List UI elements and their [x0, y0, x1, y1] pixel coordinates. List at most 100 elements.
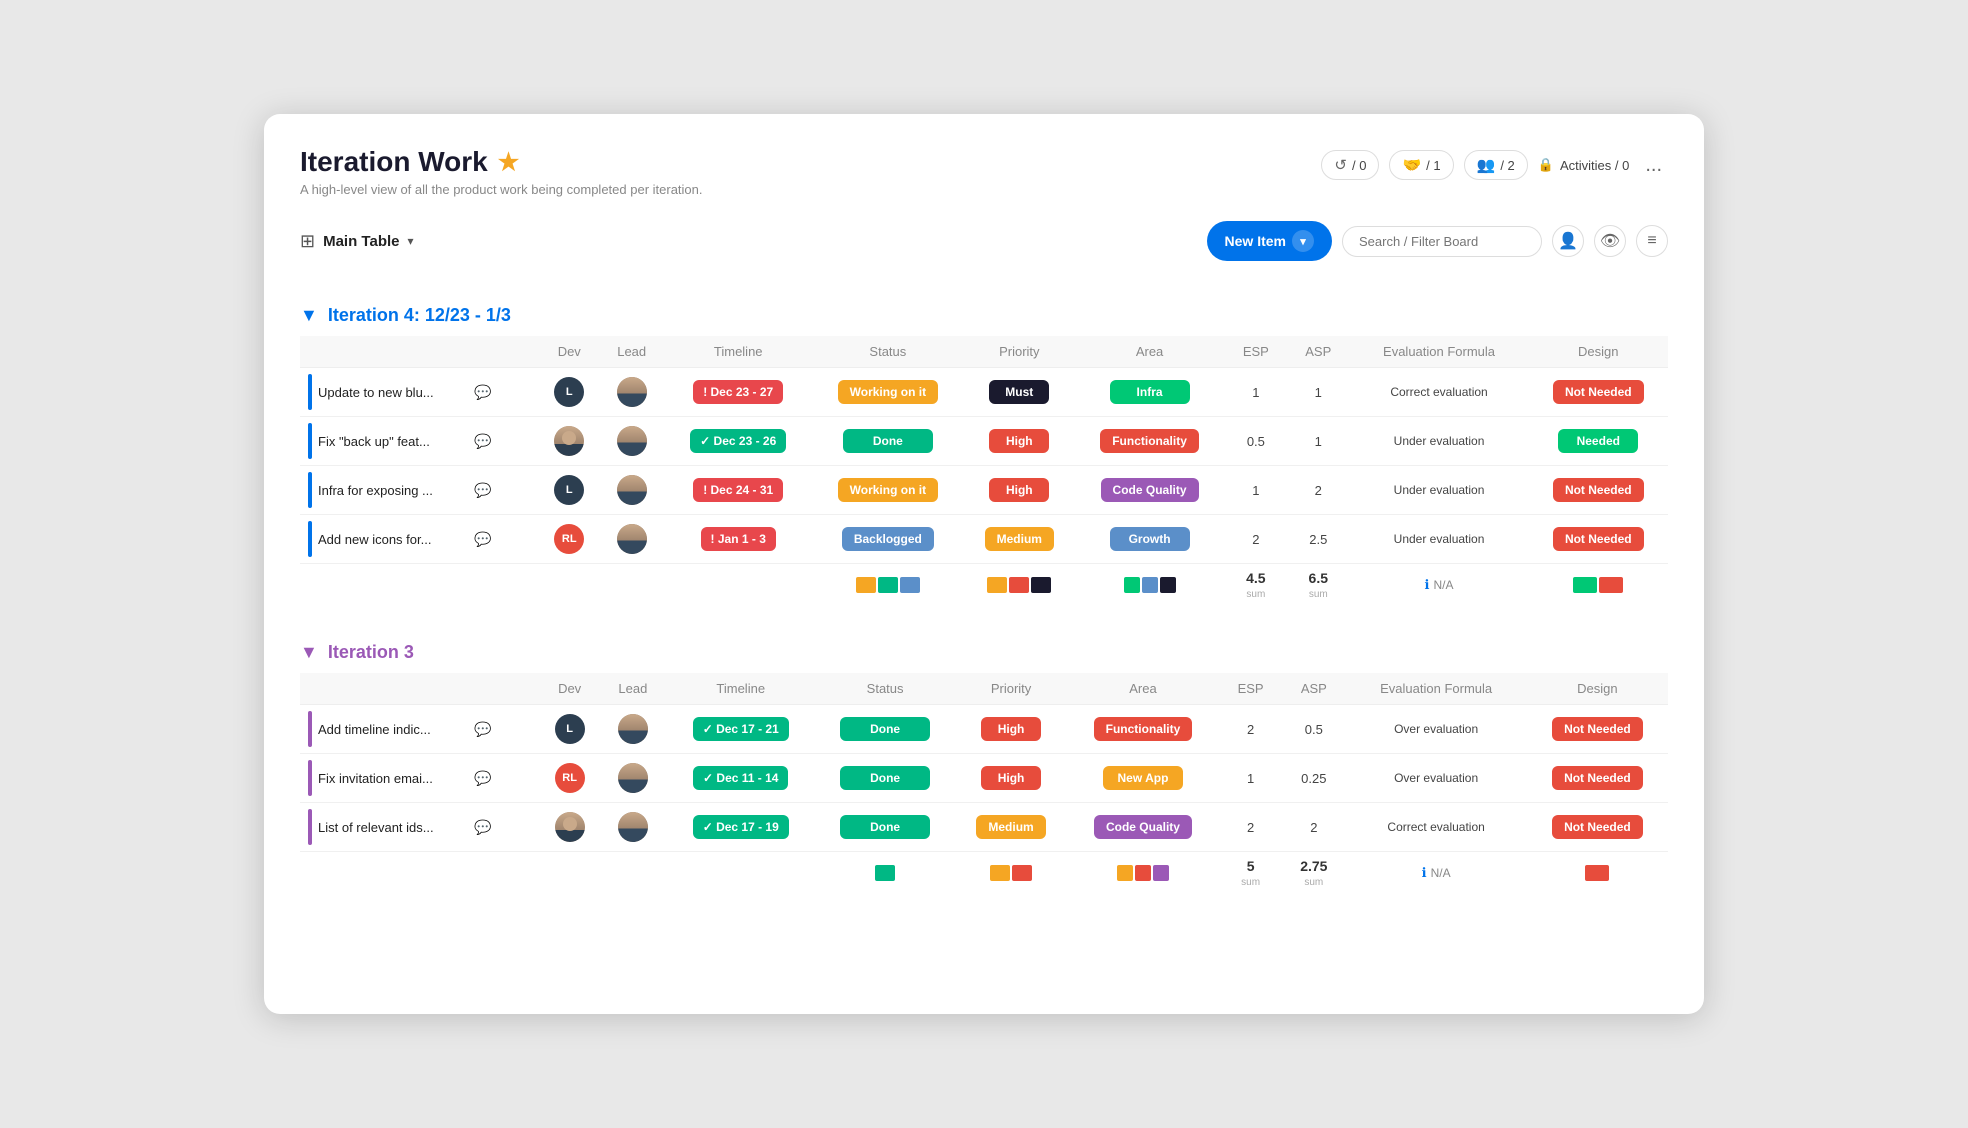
- app-container: Iteration Work ★ A high-level view of al…: [264, 114, 1704, 1014]
- item-text: Add new icons for...: [318, 532, 468, 547]
- avatar-photo: [555, 812, 585, 842]
- col-lead-3: Lead: [599, 673, 666, 705]
- avatar-photo: [554, 426, 584, 456]
- area-badge: New App: [1103, 766, 1183, 790]
- iteration3-toggle[interactable]: ▼: [300, 642, 318, 663]
- status-cell-1: Done: [815, 754, 955, 803]
- comment-icon[interactable]: 💬: [474, 770, 491, 787]
- iteration4-toggle[interactable]: ▼: [300, 305, 318, 326]
- activities-badge[interactable]: 🔒 Activities / 0: [1538, 157, 1630, 173]
- lead-cell-1: [599, 417, 665, 466]
- priority-badge: High: [981, 766, 1041, 790]
- area-badge: Growth: [1110, 527, 1190, 551]
- status-cell-2: Done: [815, 803, 955, 852]
- table-row[interactable]: Fix "back up" feat... 💬 ✓ Dec 23 - 26 Do…: [300, 417, 1668, 466]
- col-dev-3: Dev: [540, 673, 599, 705]
- comment-icon[interactable]: 💬: [474, 531, 491, 548]
- comment-icon[interactable]: 💬: [474, 482, 491, 499]
- sum-eval: ℹ N/A: [1349, 564, 1528, 606]
- avatar: L: [554, 377, 584, 407]
- status-color-bar: [900, 577, 920, 593]
- table-row[interactable]: List of relevant ids... 💬 ✓ Dec 17 - 19 …: [300, 803, 1668, 852]
- asp-cell-2: 2: [1287, 466, 1349, 515]
- timeline-badge: ! Dec 23 - 27: [693, 380, 783, 404]
- status-cell-1: Done: [812, 417, 965, 466]
- table-row[interactable]: Add timeline indic... 💬 L ✓ Dec 17 - 21 …: [300, 705, 1668, 754]
- comment-icon[interactable]: 💬: [474, 433, 491, 450]
- priority-badge: Medium: [976, 815, 1045, 839]
- col-area: Area: [1074, 336, 1224, 368]
- table-dropdown-icon[interactable]: ▾: [408, 234, 414, 248]
- more-button[interactable]: ...: [1639, 152, 1668, 179]
- sum-esp: 4.5sum: [1225, 564, 1287, 606]
- lead-cell-0: [599, 705, 666, 754]
- area-cell-0: Functionality: [1067, 705, 1219, 754]
- avatar: RL: [554, 524, 584, 554]
- item-cell-0: Update to new blu... 💬: [300, 368, 540, 417]
- timeline-cell-3: ! Jan 1 - 3: [665, 515, 812, 564]
- table-grid-icon: ⊞: [300, 231, 315, 252]
- handshake-icon: 🤝: [1402, 156, 1421, 174]
- col-priority: Priority: [964, 336, 1074, 368]
- item-cell-1: Fix "back up" feat... 💬: [300, 417, 540, 466]
- design-badge: Not Needed: [1552, 717, 1643, 741]
- eye-off-icon-btn[interactable]: 👁: [1594, 225, 1626, 257]
- iteration3-table: Dev Lead Timeline Status Priority Area E…: [300, 673, 1668, 894]
- header-left: Iteration Work ★ A high-level view of al…: [300, 146, 703, 197]
- item-cell-0: Add timeline indic... 💬: [300, 705, 540, 754]
- sum-status: [815, 852, 955, 894]
- priority-badge: Must: [989, 380, 1049, 404]
- priority-badge: High: [989, 478, 1049, 502]
- priority-cell-2: High: [964, 466, 1074, 515]
- iteration4-section: ▼ Iteration 4: 12/23 - 1/3 Dev Lead Time…: [300, 305, 1668, 606]
- summary-row: 4.5sum 6.5sum ℹ N/A: [300, 564, 1668, 606]
- activities-label: Activities / 0: [1560, 158, 1629, 173]
- comment-icon[interactable]: 💬: [474, 819, 491, 836]
- new-item-arrow[interactable]: ▾: [1292, 230, 1314, 252]
- badge-handshake[interactable]: 🤝 / 1: [1389, 150, 1453, 180]
- status-cell-0: Done: [815, 705, 955, 754]
- design-badge: Needed: [1558, 429, 1638, 453]
- comment-icon[interactable]: 💬: [474, 721, 491, 738]
- filter-icon-btn[interactable]: ≡: [1636, 225, 1668, 257]
- priority-color-bar: [987, 577, 1007, 593]
- lead-photo: [617, 426, 647, 456]
- priority-badge: High: [981, 717, 1041, 741]
- priority-cell-0: Must: [964, 368, 1074, 417]
- table-row[interactable]: Add new icons for... 💬 RL ! Jan 1 - 3 Ba…: [300, 515, 1668, 564]
- badge1-count: / 0: [1352, 158, 1366, 173]
- users-icon: 👥: [1477, 156, 1496, 174]
- comment-icon[interactable]: 💬: [474, 384, 491, 401]
- badge-refresh[interactable]: ↺ / 0: [1321, 150, 1379, 180]
- area-color-bar: [1124, 577, 1140, 593]
- item-cell-2: List of relevant ids... 💬: [300, 803, 540, 852]
- table-row[interactable]: Fix invitation emai... 💬 RL ✓ Dec 11 - 1…: [300, 754, 1668, 803]
- new-item-button[interactable]: New Item ▾: [1207, 221, 1332, 261]
- row-bar: [308, 521, 312, 557]
- table-row[interactable]: Update to new blu... 💬 L ! Dec 23 - 27 W…: [300, 368, 1668, 417]
- area-badge: Infra: [1110, 380, 1190, 404]
- timeline-cell-1: ✓ Dec 23 - 26: [665, 417, 812, 466]
- table-row[interactable]: Infra for exposing ... 💬 L ! Dec 24 - 31…: [300, 466, 1668, 515]
- status-color-bar: [878, 577, 898, 593]
- badge-users[interactable]: 👥 / 2: [1464, 150, 1528, 180]
- lead-photo: [618, 714, 648, 744]
- area-cell-3: Growth: [1074, 515, 1224, 564]
- eval-cell-1: Over evaluation: [1345, 754, 1526, 803]
- iteration3-title: Iteration 3: [328, 642, 414, 663]
- priority-color-bar: [1009, 577, 1029, 593]
- status-color-bar: [856, 577, 876, 593]
- sum-dev: [540, 852, 599, 894]
- design-cell-0: Not Needed: [1527, 705, 1668, 754]
- area-badge: Code Quality: [1094, 815, 1192, 839]
- item-cell-2: Infra for exposing ... 💬: [300, 466, 540, 515]
- avatar: L: [555, 714, 585, 744]
- col-timeline-3: Timeline: [666, 673, 815, 705]
- user-icon-btn[interactable]: 👤: [1552, 225, 1584, 257]
- sum-timeline: [666, 852, 815, 894]
- col-timeline: Timeline: [665, 336, 812, 368]
- star-icon[interactable]: ★: [498, 148, 520, 177]
- row-bar: [308, 711, 312, 747]
- search-input[interactable]: [1342, 226, 1542, 257]
- new-item-label: New Item: [1225, 233, 1286, 249]
